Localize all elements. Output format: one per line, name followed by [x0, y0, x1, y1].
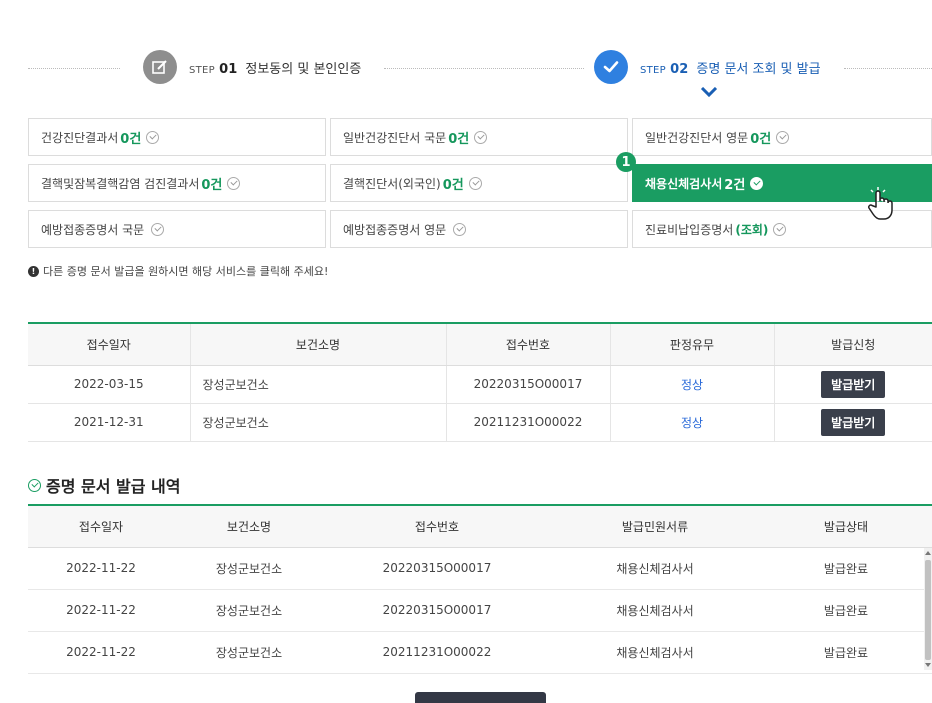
doc-vaccine-en[interactable]: 예방접종증명서 영문: [330, 210, 628, 248]
col-header: 접수번호: [324, 505, 550, 548]
check-icon: [227, 176, 241, 190]
step-divider: [384, 68, 584, 69]
doc-tb-foreign[interactable]: 결핵진단서(외국인) 0건: [330, 164, 628, 202]
check-icon: [776, 130, 790, 144]
check-icon: [750, 176, 764, 190]
edit-icon: [143, 50, 177, 84]
issue-button[interactable]: 발급받기: [821, 370, 886, 398]
section-title: 증명 문서 발급 내역: [28, 473, 180, 497]
table-row: 2021-12-31 장성군보건소 20211231O00022 정상 발급받기: [28, 403, 932, 442]
col-header: 접수번호: [445, 323, 610, 366]
doc-vaccine-kr[interactable]: 예방접종증명서 국문: [28, 210, 326, 248]
col-header: 발급민원서류: [550, 505, 760, 548]
scroll-thumb[interactable]: [925, 560, 931, 660]
doc-tb-result[interactable]: 결핵및잠복결핵감염 검진결과서 0건: [28, 164, 326, 202]
issue-button[interactable]: 발급받기: [821, 408, 886, 436]
col-header: 접수일자: [28, 505, 174, 548]
check-circle-icon: [28, 478, 41, 492]
step-1: STEP 01 정보동의 및 본인인증: [143, 50, 361, 84]
history-scrollbar[interactable]: [924, 548, 932, 670]
check-icon: [453, 222, 467, 236]
step-2-number: 02: [670, 61, 689, 77]
step-1-prefix: STEP: [189, 64, 216, 76]
step-2: STEP 02 증명 문서 조회 및 발급: [594, 50, 821, 84]
scroll-down-icon[interactable]: [925, 663, 931, 667]
step-2-prefix: STEP: [640, 64, 667, 76]
doc-general-en[interactable]: 일반건강진단서 영문 0건: [632, 118, 932, 156]
col-header: 보건소명: [189, 323, 446, 366]
history-table: 접수일자 보건소명 접수번호 발급민원서류 발급상태 2022-11-22 장성…: [28, 504, 932, 674]
table-row: 2022-11-22 장성군보건소 20211231O00022 채용신체검사서…: [28, 631, 932, 674]
step-divider: [28, 68, 120, 69]
table-row: 2022-11-22 장성군보건소 20220315O00017 채용신체검사서…: [28, 547, 932, 590]
scroll-up-icon[interactable]: [925, 551, 931, 555]
chevron-down-icon: [700, 86, 718, 100]
col-header: 발급신청: [773, 323, 932, 366]
step-badge: 1: [616, 152, 636, 172]
check-icon: [151, 222, 165, 236]
pointer-hand-icon: [862, 186, 898, 225]
check-icon: [146, 130, 160, 144]
check-icon: [468, 176, 482, 190]
table-row: 2022-11-22 장성군보건소 20220315O00017 채용신체검사서…: [28, 589, 932, 632]
step-progress: STEP 01 정보동의 및 본인인증 STEP 02 증명 문서 조회 및 발…: [0, 0, 932, 110]
doc-general-kr[interactable]: 일반건강진단서 국문 0건: [330, 118, 628, 156]
doc-health-result[interactable]: 건강진단결과서 0건: [28, 118, 326, 156]
check-icon: [773, 222, 787, 236]
check-icon: [474, 130, 488, 144]
step-2-label: 증명 문서 조회 및 발급: [696, 61, 821, 77]
check-circle-icon: [594, 50, 628, 84]
results-table: 접수일자 보건소명 접수번호 판정유무 발급신청 2022-03-15 장성군보…: [28, 322, 932, 442]
bottom-button[interactable]: [415, 692, 546, 703]
notice-text: ! 다른 증명 문서 발급을 원하시면 해당 서비스를 클릭해 주세요!: [28, 263, 328, 279]
step-divider: [844, 68, 932, 69]
col-header: 접수일자: [28, 323, 190, 366]
col-header: 발급상태: [760, 505, 932, 548]
table-row: 2022-03-15 장성군보건소 20220315O00017 정상 발급받기: [28, 365, 932, 404]
col-header: 보건소명: [174, 505, 324, 548]
step-1-number: 01: [219, 61, 238, 77]
exclamation-icon: !: [28, 265, 39, 277]
col-header: 판정유무: [609, 323, 774, 366]
step-1-label: 정보동의 및 본인인증: [245, 61, 362, 77]
